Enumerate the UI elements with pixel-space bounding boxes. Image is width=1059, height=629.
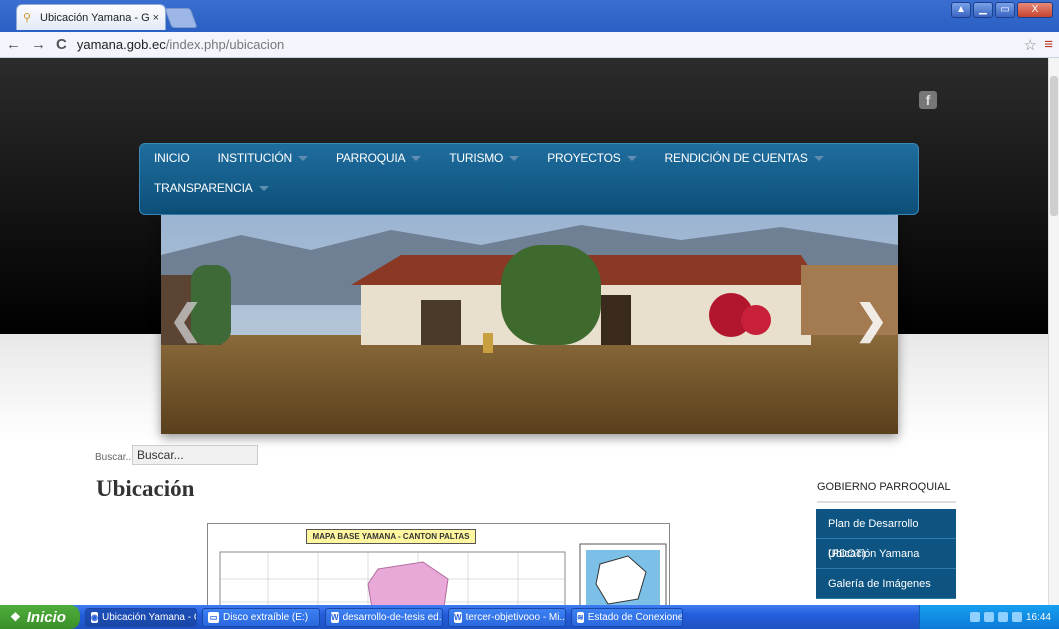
close-window-button[interactable]: X [1017,2,1053,18]
taskbar-task-label: Disco extraíble (E:) [223,611,309,623]
browser-tab[interactable]: ⚲ Ubicación Yamana - Gobierno × [16,4,166,30]
sidebar-heading: GOBIERNO PARROQUIAL [817,481,956,503]
nav-item-label: PARROQUIA [335,151,406,165]
nav-item[interactable]: TRANSPARENCIA [154,180,269,210]
tray-icon[interactable] [1011,612,1022,622]
address-bar[interactable]: yamana.gob.ec/index.php/ubicacion [0,37,285,103]
user-icon[interactable]: ▲ [951,2,971,18]
image-slider: ❮ ❯ [161,215,898,434]
browser-menu-icon[interactable]: ≡ [1044,36,1053,53]
dropdown-caret-icon [626,156,637,161]
taskbar-task[interactable]: Wtercer-objetivooo - Mi... [448,607,566,627]
search-input[interactable] [132,445,258,465]
taskbar-task[interactable]: ▭ Disco extraíble (E:) [202,607,320,627]
chrome-icon: ◉ [91,611,98,623]
main-navigation: INICIO INSTITUCIÓN PARROQUIA TURISMO PROYECT… [139,143,919,215]
nav-item-label: RENDICIÓN DE CUENTAS [664,151,808,165]
search-label: Buscar... [95,452,134,463]
word-icon: W [454,611,462,623]
nav-item-label: PROYECTOS [547,151,621,165]
nav-item-label: INSTITUCIÓN [217,151,292,165]
back-button[interactable]: ← [6,36,21,53]
nav-item-label: TRANSPARENCIA [154,181,253,195]
windows-taskbar: ❖ Inicio ◉Ubicación Yamana - G... ▭ Disco … [0,605,1059,629]
taskbar-task[interactable]: ◉Ubicación Yamana - G... [85,607,197,627]
bookmark-star-icon[interactable]: ☆ [1024,36,1037,54]
tab-title: Ubicación Yamana - Gobierno [40,11,149,24]
taskbar-task-label: Ubicación Yamana - G... [101,611,196,623]
slider-prev-arrow[interactable]: ❮ [169,297,203,343]
dropdown-caret-icon [258,186,269,191]
location-map-image[interactable]: MAPA BASE YAMANA - CANTON PALTAS [207,523,670,605]
nav-item-label: INICIO [154,151,190,165]
page-scrollbar[interactable] [1048,58,1059,605]
tray-icon[interactable] [969,612,980,622]
nav-item[interactable]: INSTITUCIÓN [217,150,308,180]
dropdown-caret-icon [297,156,308,161]
drive-icon: ▭ [208,611,219,623]
sidebar-links: Plan de Desarrollo (PDOT)Ubicación Yaman… [816,509,956,599]
start-label: Inicio [26,608,66,626]
sidebar-link[interactable]: Galería de Imágenes [816,569,956,599]
browser-titlebar: ⚲ Ubicación Yamana - Gobierno × ▲ ▁ ▭ X [0,0,1059,32]
start-button[interactable]: ❖ Inicio [0,605,80,629]
windows-logo-icon: ❖ [10,610,21,624]
sidebar-link[interactable]: Ubicación Yamana [816,539,956,569]
forward-button[interactable]: → [31,36,46,53]
dropdown-caret-icon [813,156,824,161]
tray-icon[interactable] [983,612,994,622]
minimize-button[interactable]: ▁ [973,2,993,18]
tab-close-icon[interactable]: × [153,12,159,24]
taskbar-task-label: Estado de Conexione... [587,611,683,623]
reload-button[interactable]: C [56,36,67,53]
new-tab-button[interactable] [164,8,198,28]
slider-next-arrow[interactable]: ❯ [854,297,888,343]
dropdown-caret-icon [411,156,422,161]
sidebar-link[interactable]: Plan de Desarrollo (PDOT) [816,509,956,560]
nav-item[interactable]: RENDICIÓN DE CUENTAS [665,150,824,180]
clock[interactable]: 16:44 [1026,612,1051,623]
nav-item[interactable]: PROYECTOS [547,150,637,180]
word-icon: W [331,611,339,623]
taskbar-task-label: tercer-objetivooo - Mi... [465,611,566,623]
dropdown-caret-icon [509,156,520,161]
taskbar-task[interactable]: ≋ Estado de Conexione... [571,607,683,627]
scrollbar-thumb[interactable] [1050,76,1058,216]
map-title: MAPA BASE YAMANA - CANTON PALTAS [306,529,476,544]
facebook-icon[interactable]: f [919,91,937,109]
taskbar-task-label: desarrollo-de-tesis ed... [342,611,443,623]
nav-item[interactable]: TURISMO [449,150,520,180]
taskbar-task[interactable]: Wdesarrollo-de-tesis ed... [325,607,443,627]
url-path: /index.php/ubicacion [165,37,285,52]
maximize-button[interactable]: ▭ [995,2,1015,18]
network-icon: ≋ [577,611,584,623]
window-controls: ▲ ▁ ▭ X [951,2,1053,18]
system-tray: 16:44 [919,605,1059,629]
slider-photo [161,215,898,434]
nav-item-label: TURISMO [449,151,504,165]
page-title: Ubicación [96,476,195,501]
nav-item[interactable]: INICIO [154,150,190,180]
page-favicon-icon: ⚲ [23,11,32,24]
url-host: yamana.gob.ec [76,37,166,52]
tray-icon[interactable] [997,612,1008,622]
web-page: f INICIO INSTITUCIÓN PARROQUIA TURISMO PROYE… [0,58,1048,605]
browser-toolbar: ← → C yamana.gob.ec/index.php/ubicacion [0,32,1059,103]
nav-item[interactable]: PARROQUIA [335,150,422,180]
